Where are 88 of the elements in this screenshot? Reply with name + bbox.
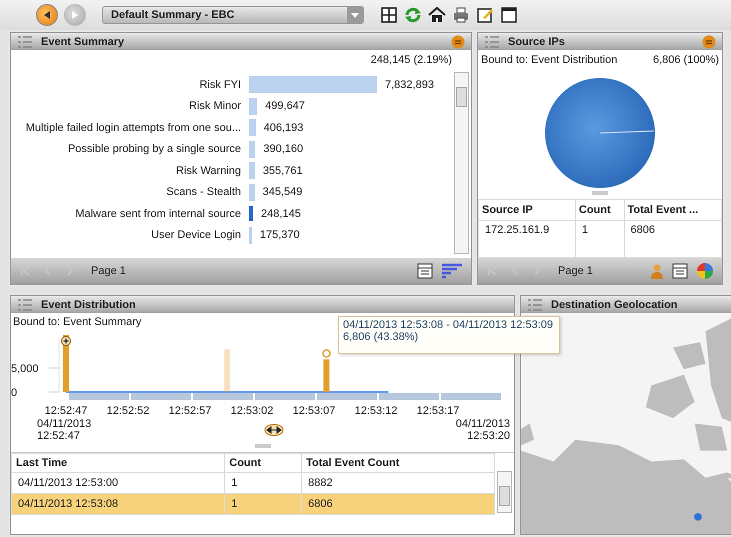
- count-bar[interactable]: [249, 206, 254, 222]
- category-label: Multiple failed login attempts from one sou...: [24, 122, 242, 134]
- window-icon[interactable]: [500, 6, 518, 24]
- panel-title: Source IPs: [508, 36, 566, 48]
- menu-icon[interactable]: [451, 34, 465, 48]
- page-label: Page 1: [558, 265, 593, 277]
- category-label: Possible probing by a single source: [66, 143, 242, 156]
- home-icon[interactable]: [428, 6, 446, 24]
- tooltip-value: 6,806 (43.38%): [343, 331, 420, 343]
- axis-tick-label: 12:52:52: [106, 405, 150, 417]
- event-bar[interactable]: [224, 349, 230, 392]
- count-value: 406,193: [264, 122, 304, 134]
- range-end-label: 12:53:20: [467, 430, 510, 442]
- panel-title: Event Summary: [41, 36, 126, 48]
- person-icon[interactable]: [650, 263, 664, 279]
- range-start-label: 12:52:47: [37, 430, 81, 442]
- range-segment[interactable]: [131, 393, 191, 400]
- pan-handle-icon[interactable]: [264, 424, 284, 436]
- range-segment[interactable]: [255, 393, 315, 400]
- axis-tick-label: 12:53:12: [354, 405, 398, 417]
- range-handle-icon[interactable]: [61, 335, 71, 392]
- caret-icon: [347, 7, 363, 23]
- table-cell: 6806: [302, 494, 494, 514]
- back-button[interactable]: [36, 4, 58, 26]
- list-icon[interactable]: [17, 298, 33, 312]
- count-value: 345,549: [262, 186, 302, 198]
- bound-to-label: Bound to: Event Distribution: [481, 54, 618, 66]
- refresh-icon[interactable]: [404, 6, 422, 24]
- category-label: User Device Login: [150, 229, 242, 242]
- range-start-label: 04/11/2013: [37, 418, 92, 430]
- axis-tick-label: 0: [11, 387, 18, 399]
- table-row[interactable]: 04/11/2013 12:53:08 1 6806: [12, 494, 494, 514]
- list-icon[interactable]: [17, 34, 33, 48]
- axis-tick-label: 5,000: [11, 363, 39, 375]
- count-value: 390,160: [263, 143, 304, 156]
- edit-icon[interactable]: [476, 6, 494, 24]
- page-label: Page 1: [91, 265, 126, 277]
- list-icon[interactable]: [484, 34, 500, 48]
- count-value: 499,647: [265, 100, 305, 112]
- range-segment[interactable]: [317, 393, 377, 400]
- axis-tick-label: 12:53:02: [230, 405, 274, 417]
- total-count: 6,806 (100%): [652, 54, 719, 66]
- print-icon[interactable]: [452, 6, 470, 24]
- column-header[interactable]: Total Event Count: [302, 454, 494, 472]
- axis-tick-label: 12:52:57: [168, 405, 212, 417]
- range-segment[interactable]: [441, 393, 501, 400]
- table-icon[interactable]: [672, 263, 688, 279]
- range-end-label: 04/11/2013: [456, 418, 510, 430]
- selection-marker-icon[interactable]: [322, 349, 331, 358]
- scrollbar[interactable]: [454, 72, 469, 254]
- resize-grip[interactable]: [592, 191, 608, 195]
- bar-chart-icon[interactable]: [441, 263, 463, 279]
- category-label: Risk Minor: [188, 100, 242, 112]
- column-header[interactable]: Count: [224, 454, 302, 472]
- range-segment[interactable]: [193, 393, 253, 400]
- event-bar[interactable]: [323, 359, 330, 392]
- category-label: Risk Warning: [175, 164, 242, 177]
- axis-tick-label: 12:53:17: [416, 405, 460, 417]
- count-value: 248,145: [261, 208, 301, 220]
- total-count: 248,145 (2.19%): [370, 54, 452, 66]
- category-label: Malware sent from internal source: [74, 208, 242, 220]
- count-value: 355,761: [262, 164, 303, 177]
- pie-chart-icon[interactable]: [696, 262, 714, 280]
- table-cell: 04/11/2013 12:53:08: [12, 494, 225, 514]
- column-header[interactable]: Source IP: [478, 200, 576, 220]
- bound-to-label: Bound to: Event Summary: [13, 316, 142, 328]
- pie-chart-drawing[interactable]: [545, 78, 655, 188]
- table-icon[interactable]: [417, 263, 433, 279]
- layout-grid-icon[interactable]: [380, 6, 398, 24]
- scrollbar[interactable]: [497, 471, 512, 513]
- range-segment[interactable]: [379, 393, 439, 400]
- category-label: Risk FYI: [198, 78, 242, 91]
- axis-tick-label: 12:53:07: [292, 405, 336, 417]
- view-dropdown[interactable]: Default Summary - EBC: [102, 6, 364, 24]
- column-header[interactable]: Count: [575, 200, 624, 220]
- category-label: Scans - Stealth: [165, 186, 242, 198]
- count-value: 175,370: [260, 229, 300, 242]
- table-cell: 1: [224, 494, 302, 514]
- column-header[interactable]: Last Time: [12, 454, 225, 472]
- resize-grip[interactable]: [254, 444, 270, 448]
- list-icon[interactable]: [527, 298, 543, 312]
- menu-icon[interactable]: [702, 34, 716, 48]
- count-value: 7,832,893: [385, 78, 434, 91]
- axis-tick-label: 12:52:47: [44, 405, 88, 417]
- panel-title: Destination Geolocation: [551, 298, 679, 310]
- panel-title: Event Distribution: [41, 298, 137, 310]
- tooltip-range: 04/11/2013 12:53:08 - 04/11/2013 12:53:09: [343, 319, 553, 331]
- column-header[interactable]: Total Event ...: [624, 200, 722, 220]
